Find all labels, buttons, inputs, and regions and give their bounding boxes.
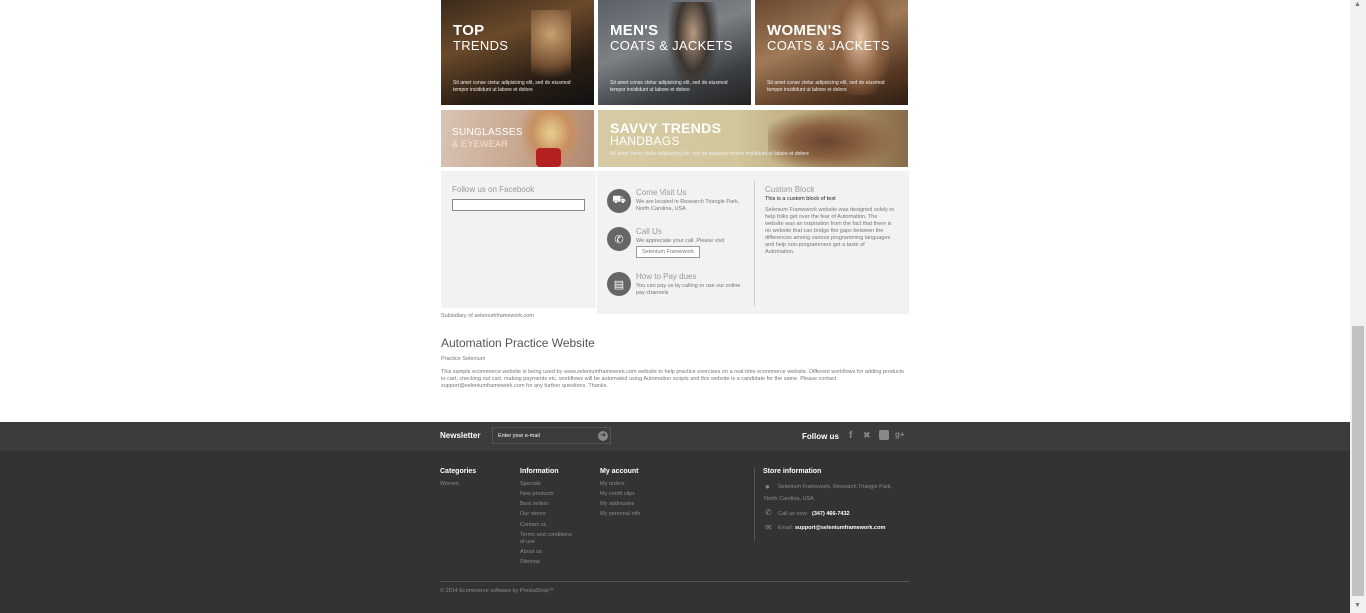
about-title: Automation Practice Website [441, 336, 595, 350]
map-marker-icon: ● [765, 482, 770, 491]
custom-block-text: Selenium Framework website was designed … [765, 207, 895, 255]
banner-accent [536, 148, 561, 167]
info-link-about[interactable]: About us [520, 549, 542, 555]
info-link-sitemap[interactable]: Sitemap [520, 559, 540, 565]
store-call-label: Call us now: [778, 511, 808, 517]
info-link-best-sellers[interactable]: Best sellers [520, 501, 548, 507]
newsletter-input[interactable]: Enter your e-mail ➜ [492, 427, 611, 444]
banner-title: WOMEN'S [767, 22, 842, 39]
footer-divider [440, 581, 909, 582]
banner-title: TOP [453, 22, 485, 39]
call-title: Call Us [636, 227, 662, 236]
call-text: We appreciate your call. Please visit [636, 238, 725, 244]
google-plus-icon[interactable]: g+ [895, 430, 905, 439]
newsletter-bar: Newsletter Enter your e-mail ➜ Follow us… [0, 422, 1350, 451]
copyright: © 2014 Ecommerce software by PrestaShop™ [440, 588, 555, 594]
banner-image [768, 110, 898, 167]
envelope-icon: ✉ [765, 523, 772, 532]
truck-icon: ⛟ [607, 189, 631, 213]
newsletter-label: Newsletter [440, 431, 481, 440]
custom-block-divider [754, 181, 755, 306]
account-heading: My account [600, 468, 639, 475]
submit-arrow-icon[interactable]: ➜ [598, 431, 608, 441]
phone-icon: ✆ [607, 227, 631, 251]
facebook-title: Follow us on Facebook [452, 185, 535, 194]
info-link-contact[interactable]: Contact us [520, 522, 546, 528]
banner-title: SUNGLASSES [452, 127, 523, 138]
banner-title: MEN'S [610, 22, 659, 39]
banner-sunglasses[interactable]: SUNGLASSES & EYEWEAR [441, 110, 594, 167]
visit-text: We are located in Research Triangle Park… [636, 199, 740, 212]
pay-title: How to Pay dues [636, 272, 697, 281]
scrollbar-thumb[interactable] [1352, 326, 1364, 596]
info-link-our-stores[interactable]: Our stores [520, 511, 546, 517]
category-link[interactable]: Women [440, 481, 459, 487]
info-link-specials[interactable]: Specials [520, 481, 541, 487]
contact-block: ⛟ Come Visit Us We are located in Resear… [597, 171, 754, 314]
info-link-new-products[interactable]: New products [520, 491, 554, 497]
selenium-framework-button[interactable]: Selenium Framework [636, 246, 700, 258]
store-phone: (347) 466-7432 [812, 511, 850, 517]
banner-subtitle: COATS & JACKETS [767, 38, 890, 53]
banner-mens-coats[interactable]: MEN'S COATS & JACKETS Sit amet conse cte… [598, 0, 751, 105]
banner-description: Sit amet conse ctetur adipisicing elit, … [767, 80, 885, 93]
categories-heading: Categories [440, 468, 477, 475]
facebook-icon[interactable]: f [849, 430, 852, 441]
custom-block: Custom Block This is a custom block of t… [754, 171, 909, 314]
store-divider [754, 468, 755, 541]
store-address: Selenium Framework, Research Triangle Pa… [778, 484, 893, 490]
store-email[interactable]: support@seleniumframework.com [795, 525, 885, 531]
about-subtitle: Practice Selenium [441, 356, 486, 362]
custom-block-subtitle: This is a custom block of text [765, 196, 836, 202]
phone-small-icon: ✆ [765, 508, 772, 517]
banner-subtitle: TRENDS [453, 38, 509, 53]
visit-title: Come Visit Us [636, 188, 687, 197]
credit-card-icon: ▤ [607, 272, 631, 296]
pay-text: You can pay us by calling or use our onl… [636, 283, 741, 296]
banner-subtitle: & EYEWEAR [452, 139, 509, 149]
custom-block-title: Custom Block [765, 185, 815, 194]
banner-subtitle: HANDBAGS [610, 134, 680, 148]
information-heading: Information [520, 468, 559, 475]
scroll-down-arrow-icon[interactable]: ▼ [1354, 602, 1361, 609]
store-address-2: North Carolina, USA [764, 496, 814, 502]
account-link-credit[interactable]: My credit slips [600, 491, 635, 497]
about-text: This sample ecommerce website is being u… [441, 369, 905, 389]
banner-description: Sit amet conse ctetur adipisicing elit, … [610, 80, 728, 93]
account-link-personal[interactable]: My personal info [600, 511, 640, 517]
follow-label: Follow us [802, 432, 839, 441]
info-link-terms-cont[interactable]: of use [520, 539, 535, 545]
store-email-label: Email: [778, 525, 794, 531]
banner-top-trends[interactable]: TOP TRENDS Sit amet conse ctetur adipisi… [441, 0, 594, 105]
store-heading: Store information [763, 468, 822, 475]
banner-description: Sit amet conse ctetur adipisicing elit, … [610, 151, 809, 157]
banner-handbags[interactable]: SAVVY TRENDS HANDBAGS Sit amet conse cte… [598, 110, 908, 167]
info-link-terms[interactable]: Terms and conditions [520, 532, 572, 538]
account-link-orders[interactable]: My orders [600, 481, 624, 487]
facebook-widget[interactable] [452, 199, 585, 211]
facebook-block: Follow us on Facebook [441, 171, 596, 308]
twitter-icon[interactable]: ✖ [863, 430, 871, 441]
banner-description: Sit amet conse ctetur adipisicing elit, … [453, 80, 571, 93]
banner-womens-coats[interactable]: WOMEN'S COATS & JACKETS Sit amet conse c… [755, 0, 908, 105]
account-link-addresses[interactable]: My addresses [600, 501, 634, 507]
youtube-icon[interactable] [879, 430, 889, 440]
newsletter-placeholder: Enter your e-mail [498, 433, 540, 439]
banner-subtitle: COATS & JACKETS [610, 38, 733, 53]
banner-image [531, 10, 571, 90]
scroll-up-arrow-icon[interactable]: ▲ [1354, 1, 1361, 8]
subsidiary-text: Subsidiary of seleniumframework.com [441, 313, 534, 319]
footer: Categories Women Information Specials Ne… [0, 451, 1350, 613]
